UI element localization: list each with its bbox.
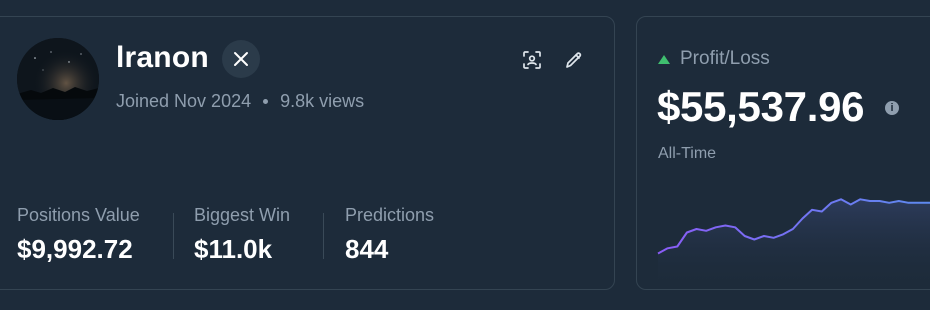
divider [323, 213, 324, 259]
x-logo-icon[interactable] [222, 40, 260, 78]
profile-meta: Joined Nov 2024 9.8k views [116, 91, 364, 112]
stat-label: Positions Value [17, 205, 140, 225]
profile-card: lranon Joined Nov 2024 9.8k views Positi… [0, 16, 615, 290]
scan-icon[interactable] [519, 47, 545, 73]
stat-positions-value: Positions Value $9,992.72 [17, 205, 140, 265]
pnl-area-fill [658, 199, 930, 289]
stat-value: $11.0k [194, 234, 273, 264]
pnl-header: Profit/Loss [658, 48, 770, 70]
pnl-label: Profit/Loss [680, 48, 770, 69]
stat-value: 844 [345, 234, 389, 264]
profit-loss-card: Profit/Loss $55,537.96 i All-Time [636, 16, 930, 290]
pnl-period: All-Time [658, 145, 717, 162]
divider [173, 213, 174, 259]
pencil-icon[interactable] [561, 47, 587, 73]
stat-label: Biggest Win [194, 205, 291, 225]
stat-biggest-win: Biggest Win $11.0k [194, 205, 290, 265]
stat-predictions: Predictions 844 [345, 205, 434, 265]
stat-value: $9,992.72 [17, 234, 133, 264]
username: lranon [116, 41, 209, 74]
triangle-up-icon [658, 54, 670, 64]
stat-label: Predictions [345, 205, 435, 225]
avatar-night-sky-image [17, 38, 99, 120]
avatar[interactable] [17, 38, 99, 120]
pnl-line-chart[interactable] [637, 177, 930, 290]
info-icon[interactable]: i [885, 101, 899, 115]
pnl-value: $55,537.96 [657, 83, 865, 130]
view-count: 9.8k views [280, 91, 365, 111]
joined-date: Joined Nov 2024 [116, 91, 252, 111]
separator-dot [263, 99, 269, 104]
